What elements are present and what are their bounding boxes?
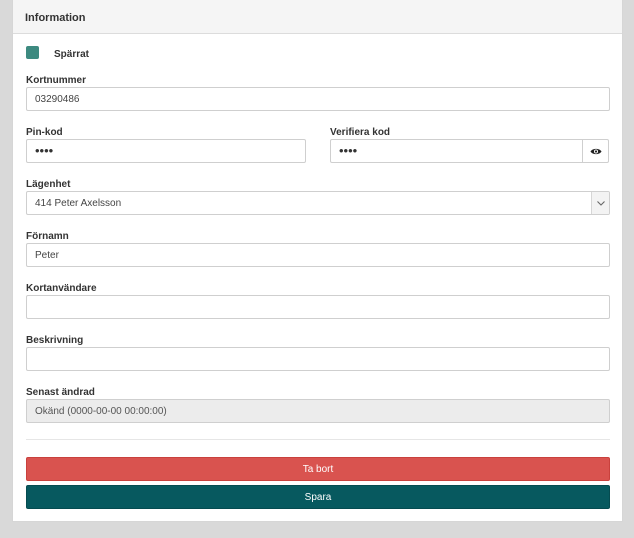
pin-label: Pin-kod bbox=[26, 127, 63, 138]
verify-pin-input[interactable]: •••• bbox=[330, 139, 583, 163]
pin-input[interactable]: •••• bbox=[26, 139, 306, 163]
verify-pin-label: Verifiera kod bbox=[330, 127, 391, 138]
first-name-label: Förnamn bbox=[26, 231, 69, 242]
card-user-label: Kortanvändare bbox=[26, 283, 97, 294]
eye-icon bbox=[590, 148, 601, 154]
card-number-label: Kortnummer bbox=[26, 75, 87, 86]
blocked-checkbox[interactable] bbox=[26, 46, 39, 59]
show-code-button[interactable] bbox=[582, 139, 609, 163]
chevron-down-icon bbox=[591, 192, 609, 214]
card-number-input[interactable]: 03290486 bbox=[26, 87, 610, 111]
last-changed-label: Senast ändrad bbox=[26, 387, 95, 398]
panel-title: Information bbox=[13, 0, 622, 34]
divider bbox=[26, 439, 610, 440]
card-user-input[interactable] bbox=[26, 295, 610, 319]
delete-button[interactable]: Ta bort bbox=[26, 457, 610, 481]
description-label: Beskrivning bbox=[26, 335, 84, 346]
first-name-input[interactable]: Peter bbox=[26, 243, 610, 267]
description-input[interactable] bbox=[26, 347, 610, 371]
apartment-label: Lägenhet bbox=[26, 179, 71, 190]
apartment-select[interactable]: 414 Peter Axelsson bbox=[26, 191, 610, 215]
apartment-selected-value: 414 Peter Axelsson bbox=[35, 198, 122, 209]
information-panel: Information Spärrat Kortnummer 03290486 … bbox=[12, 0, 623, 522]
save-button[interactable]: Spara bbox=[26, 485, 610, 509]
last-changed-field: Okänd (0000-00-00 00:00:00) bbox=[26, 399, 610, 423]
blocked-label: Spärrat bbox=[54, 49, 90, 60]
